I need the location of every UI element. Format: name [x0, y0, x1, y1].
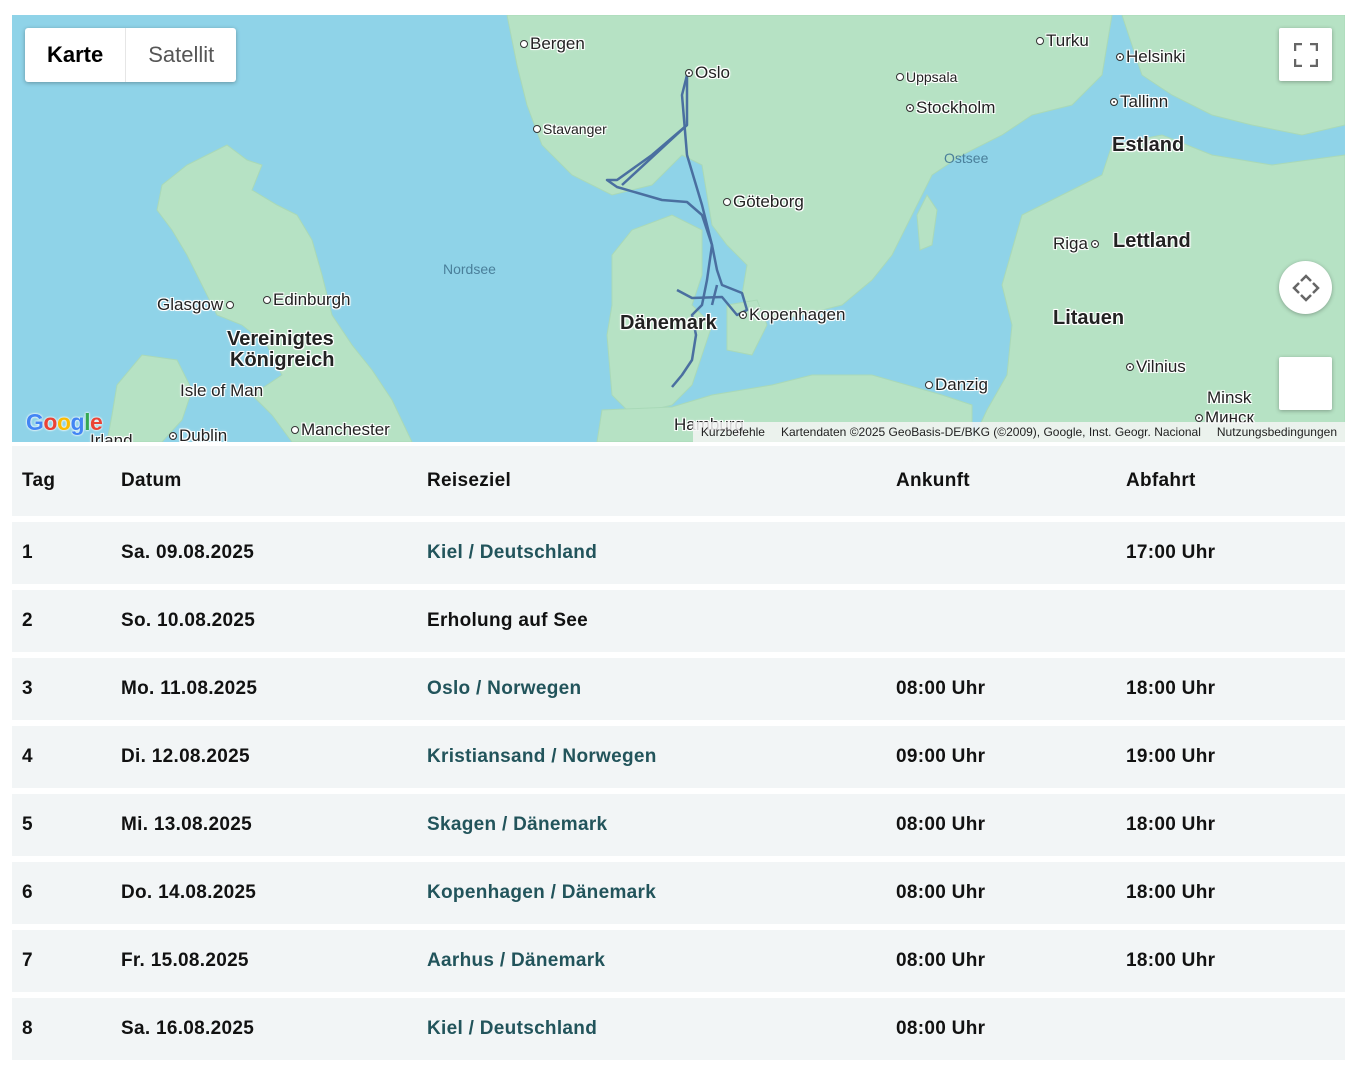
map-label-vilnius: Vilnius [1126, 357, 1186, 377]
map-label-edinburgh: Edinburgh [263, 290, 351, 310]
table-row: 2 So. 10.08.2025 Erholung auf See [12, 590, 1345, 652]
fullscreen-button[interactable] [1279, 28, 1332, 81]
itinerary-table: Tag Datum Reiseziel Ankunft Abfahrt 1 Sa… [12, 440, 1345, 1066]
cell-destination: Erholung auf See [417, 590, 886, 652]
destination-link[interactable]: Skagen / Dänemark [417, 794, 886, 856]
cell-day: 4 [12, 726, 111, 788]
table-row: 1 Sa. 09.08.2025 Kiel / Deutschland 17:0… [12, 522, 1345, 584]
cell-departure: 18:00 Uhr [1116, 862, 1345, 924]
header-datum: Datum [111, 446, 417, 516]
cell-date: Sa. 16.08.2025 [111, 998, 417, 1060]
cell-departure: 18:00 Uhr [1116, 930, 1345, 992]
cell-date: So. 10.08.2025 [111, 590, 417, 652]
map-label-ostsee: Ostsee [944, 150, 989, 166]
cell-arrival: 08:00 Uhr [886, 658, 1116, 720]
fullscreen-icon [1293, 42, 1318, 67]
destination-link[interactable]: Kiel / Deutschland [417, 998, 886, 1060]
cell-arrival: 08:00 Uhr [886, 998, 1116, 1060]
map-label-nordsee: Nordsee [443, 261, 496, 277]
map-label-tallinn: Tallinn [1110, 92, 1168, 112]
cell-departure [1116, 998, 1345, 1060]
itinerary-widget: Karte Satellit Bergen Oslo Turku Helsink… [12, 15, 1345, 1066]
cell-arrival: 08:00 Uhr [886, 930, 1116, 992]
header-ankunft: Ankunft [886, 446, 1116, 516]
terms-link[interactable]: Nutzungsbedingungen [1209, 422, 1345, 442]
cell-date: Fr. 15.08.2025 [111, 930, 417, 992]
cell-day: 6 [12, 862, 111, 924]
cell-departure [1116, 590, 1345, 652]
cell-day: 3 [12, 658, 111, 720]
cell-arrival: 08:00 Uhr [886, 862, 1116, 924]
destination-link[interactable]: Aarhus / Dänemark [417, 930, 886, 992]
map-attribution-bar: Kurzbefehle Kartendaten ©2025 GeoBasis-D… [692, 422, 1345, 442]
destination-link[interactable]: Kiel / Deutschland [417, 522, 886, 584]
cell-date: Mo. 11.08.2025 [111, 658, 417, 720]
map-data-attribution: Kartendaten ©2025 GeoBasis-DE/BKG (©2009… [780, 425, 1201, 439]
table-row: 3 Mo. 11.08.2025 Oslo / Norwegen 08:00 U… [12, 658, 1345, 720]
map-label-manchester: Manchester [291, 420, 390, 440]
map-type-control: Karte Satellit [25, 28, 237, 82]
map-label-glasgow: Glasgow [157, 295, 236, 315]
map-label-kopenhagen: Kopenhagen [739, 305, 845, 325]
map-label-minsk: Minsk [1207, 388, 1252, 407]
cell-arrival [886, 590, 1116, 652]
map-label-turku: Turku [1036, 31, 1089, 51]
header-reiseziel: Reiseziel [417, 446, 886, 516]
cell-departure: 18:00 Uhr [1116, 658, 1345, 720]
google-logo: Google [26, 409, 103, 435]
cell-day: 1 [12, 522, 111, 584]
table-row: 8 Sa. 16.08.2025 Kiel / Deutschland 08:0… [12, 998, 1345, 1060]
cell-departure: 19:00 Uhr [1116, 726, 1345, 788]
header-abfahrt: Abfahrt [1116, 446, 1345, 516]
map-label-konigreich: Königreich [230, 349, 335, 371]
cell-date: Mi. 13.08.2025 [111, 794, 417, 856]
map-label-dublin: Dublin [169, 426, 227, 442]
map-type-karte-button[interactable]: Karte [25, 28, 127, 82]
cell-departure: 17:00 Uhr [1116, 522, 1345, 584]
map-label-helsinki: Helsinki [1116, 47, 1186, 67]
cell-date: Di. 12.08.2025 [111, 726, 417, 788]
map-camera-control[interactable] [1279, 261, 1332, 314]
cell-date: Do. 14.08.2025 [111, 862, 417, 924]
cell-day: 8 [12, 998, 111, 1060]
map-label-danzig: Danzig [925, 375, 988, 395]
map-label-uppsala: Uppsala [896, 69, 957, 85]
table-row: 7 Fr. 15.08.2025 Aarhus / Dänemark 08:00… [12, 930, 1345, 992]
map-label-stockholm: Stockholm [906, 98, 995, 118]
keyboard-shortcuts-link[interactable]: Kurzbefehle [693, 422, 773, 442]
cell-date: Sa. 09.08.2025 [111, 522, 417, 584]
cell-arrival: 09:00 Uhr [886, 726, 1116, 788]
map-label-goteborg: Göteborg [723, 192, 804, 212]
street-view-pegman[interactable] [1279, 357, 1332, 410]
map-label-vereinigtes: Vereinigtes [227, 328, 334, 350]
route-map[interactable]: Karte Satellit Bergen Oslo Turku Helsink… [12, 15, 1345, 442]
cell-arrival: 08:00 Uhr [886, 794, 1116, 856]
map-label-bergen: Bergen [520, 34, 585, 54]
map-label-estland: Estland [1112, 134, 1185, 156]
destination-link[interactable]: Kristiansand / Norwegen [417, 726, 886, 788]
map-label-isle-of-man: Isle of Man [180, 381, 264, 400]
map-type-satellit-button[interactable]: Satellit [126, 28, 236, 82]
map-label-litauen: Litauen [1053, 307, 1125, 329]
destination-link[interactable]: Oslo / Norwegen [417, 658, 886, 720]
map-label-lettland: Lettland [1113, 230, 1191, 252]
table-row: 6 Do. 14.08.2025 Kopenhagen / Dänemark 0… [12, 862, 1345, 924]
table-row: 5 Mi. 13.08.2025 Skagen / Dänemark 08:00… [12, 794, 1345, 856]
table-header-row: Tag Datum Reiseziel Ankunft Abfahrt [12, 446, 1345, 516]
destination-link[interactable]: Kopenhagen / Dänemark [417, 862, 886, 924]
cell-arrival [886, 522, 1116, 584]
pan-arrows-icon [1291, 273, 1320, 302]
cell-day: 5 [12, 794, 111, 856]
map-label-stavanger: Stavanger [533, 121, 607, 137]
map-label-danemark: Dänemark [620, 312, 717, 334]
cell-departure: 18:00 Uhr [1116, 794, 1345, 856]
table-row: 4 Di. 12.08.2025 Kristiansand / Norwegen… [12, 726, 1345, 788]
map-label-oslo: Oslo [685, 63, 730, 83]
cell-day: 2 [12, 590, 111, 652]
cell-day: 7 [12, 930, 111, 992]
header-tag: Tag [12, 446, 111, 516]
map-label-riga: Riga [1053, 234, 1101, 254]
